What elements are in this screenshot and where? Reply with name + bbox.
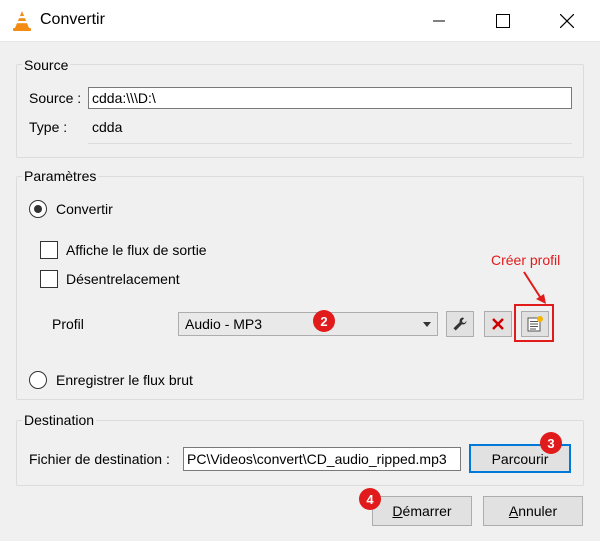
- raw-dump-label: Enregistrer le flux brut: [56, 372, 193, 388]
- chevron-down-icon: [423, 322, 431, 327]
- annotation-badge-2: 2: [313, 310, 335, 332]
- window-title: Convertir: [40, 11, 105, 28]
- source-input[interactable]: cdda:\\\D:\: [88, 87, 572, 109]
- start-button[interactable]: Démarrer: [372, 496, 472, 526]
- wrench-icon: [453, 317, 467, 331]
- destination-file-label: Fichier de destination :: [29, 451, 170, 467]
- start-button-mnemonic: D: [392, 503, 403, 519]
- edit-profile-button[interactable]: [446, 311, 474, 337]
- create-profile-highlight: [514, 304, 554, 342]
- maximize-button[interactable]: [480, 0, 526, 42]
- destination-file-input[interactable]: PC\Videos\convert\CD_audio_ripped.mp3: [183, 447, 461, 471]
- type-label: Type :: [29, 119, 68, 135]
- minimize-icon: [433, 20, 445, 22]
- delete-x-icon: [492, 318, 504, 330]
- title-bar: Convertir: [0, 0, 600, 42]
- convert-radio[interactable]: [29, 200, 47, 218]
- profile-label: Profil: [52, 316, 84, 332]
- create-profile-annotation: Créer profil: [491, 252, 561, 268]
- profile-select[interactable]: Audio - MP3: [178, 312, 438, 336]
- delete-profile-button[interactable]: [484, 311, 512, 337]
- raw-dump-radio[interactable]: [29, 371, 47, 389]
- source-divider: [88, 143, 572, 144]
- show-output-label: Affiche le flux de sortie: [66, 242, 207, 258]
- cancel-button-mnemonic: A: [508, 503, 519, 519]
- source-group-title: Source: [22, 57, 71, 73]
- deinterlace-checkbox[interactable]: [40, 270, 58, 288]
- cancel-button[interactable]: Annuler: [483, 496, 583, 526]
- params-group-title: Paramètres: [22, 168, 99, 184]
- annotation-arrow-icon: [523, 271, 546, 304]
- deinterlace-label: Désentrelacement: [66, 271, 180, 287]
- close-button[interactable]: [544, 0, 590, 42]
- annotation-badge-3: 3: [540, 432, 562, 454]
- profile-select-value: Audio - MP3: [185, 316, 263, 332]
- maximize-icon: [496, 14, 510, 28]
- browse-button-label: Parcourir: [491, 450, 549, 467]
- destination-group-title: Destination: [22, 412, 97, 428]
- annotation-badge-4: 4: [359, 488, 381, 510]
- source-label: Source :: [29, 90, 82, 106]
- minimize-button[interactable]: [416, 0, 462, 42]
- vlc-cone-icon: [13, 11, 31, 31]
- show-output-checkbox[interactable]: [40, 241, 58, 259]
- start-button-label: émarrer: [402, 503, 452, 519]
- cancel-button-label: nnuler: [518, 503, 558, 519]
- type-value: cdda: [92, 119, 123, 135]
- convert-label: Convertir: [56, 201, 113, 217]
- close-icon: [560, 14, 574, 28]
